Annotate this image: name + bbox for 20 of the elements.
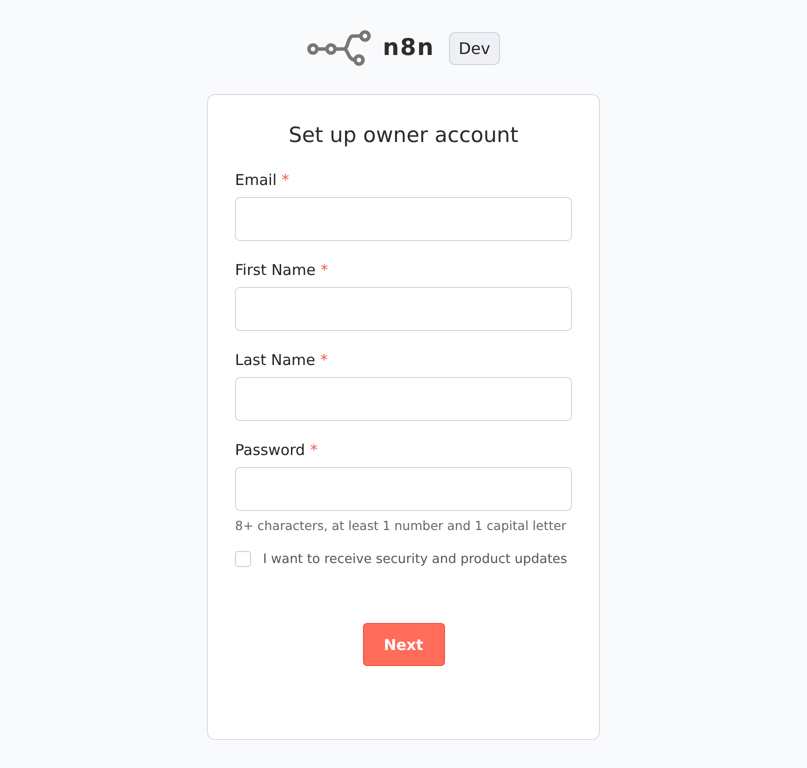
required-mark: *	[310, 441, 318, 459]
input-field[interactable]	[235, 467, 572, 511]
input-field[interactable]	[235, 197, 572, 241]
brand-name: n8n	[382, 35, 435, 61]
required-mark: *	[320, 351, 328, 369]
checkbox-label: I want to receive security and product updates	[263, 552, 568, 566]
required-mark: *	[282, 171, 290, 189]
field-label: First Name	[235, 261, 316, 279]
input-field[interactable]	[235, 377, 572, 421]
logo-icon	[306, 30, 373, 66]
field-label: Email	[235, 171, 277, 189]
environment-badge: Dev	[448, 32, 500, 64]
checkbox[interactable]	[235, 551, 251, 567]
required-mark: *	[320, 261, 328, 279]
form-title: Set up owner account	[288, 123, 520, 147]
field-label: Password	[235, 441, 306, 459]
next-button[interactable]: Next	[362, 623, 444, 666]
input-field[interactable]	[235, 287, 572, 331]
field-label: Last Name	[235, 351, 316, 369]
field-hint: 8+ characters, at least 1 number and 1 capital letter	[235, 518, 568, 533]
